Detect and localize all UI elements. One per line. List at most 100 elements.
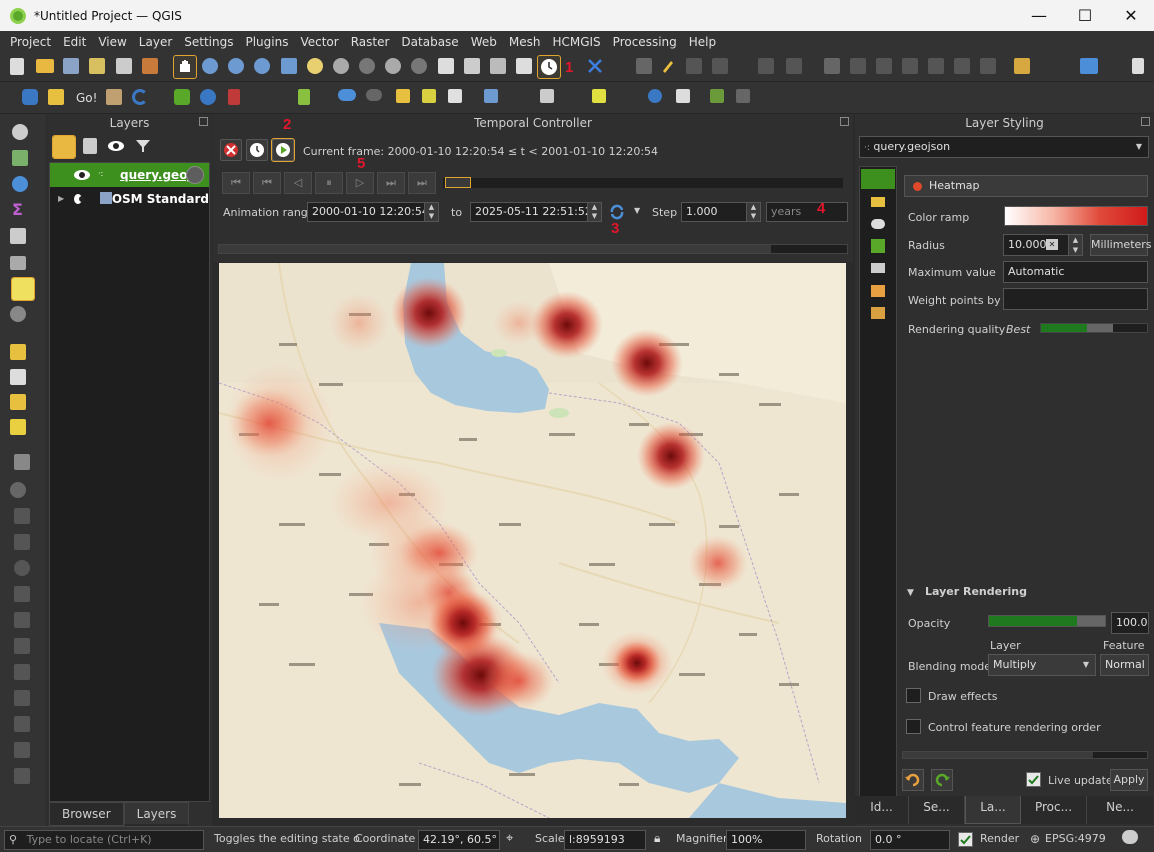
minimize-button[interactable]: — (1016, 0, 1062, 31)
draw-effects-checkbox[interactable] (906, 688, 921, 703)
new-map-view-icon[interactable] (438, 58, 454, 74)
python-console-icon[interactable] (22, 89, 38, 105)
menu-processing[interactable]: Processing (607, 31, 683, 53)
step-input[interactable]: 1.000 ▲ ▼ (681, 202, 761, 222)
menu-layer[interactable]: Layer (133, 31, 178, 53)
close-button[interactable]: ✕ (1108, 0, 1154, 31)
point-tool-icon[interactable] (10, 482, 26, 498)
ruler-icon[interactable] (10, 256, 26, 270)
opacity-slider-handle[interactable] (1077, 616, 1105, 626)
wrench-icon[interactable] (676, 89, 690, 103)
vertex-tool-icon[interactable] (758, 58, 774, 74)
map-tips-icon[interactable] (11, 277, 35, 301)
field-calculator-icon[interactable] (10, 228, 26, 244)
edit-pencil-icon[interactable] (660, 58, 676, 74)
next-frame-button[interactable]: ⏭ (377, 172, 405, 194)
processing-toolbox-icon[interactable] (1014, 58, 1030, 74)
disable-temporal-button[interactable] (220, 139, 242, 161)
animated-navigation-button[interactable] (271, 138, 295, 162)
opacity-slider[interactable] (988, 615, 1106, 627)
rewind-start-button[interactable]: ⏮ (222, 172, 250, 194)
label-icon[interactable] (540, 89, 554, 103)
clear-icon[interactable]: ✕ (1046, 239, 1058, 250)
styling-scrollbar-thumb[interactable] (903, 752, 1093, 758)
deselect-icon[interactable] (10, 394, 26, 410)
expand-arrow-icon[interactable]: ▶ (58, 194, 64, 203)
weight-field-input[interactable] (1003, 288, 1148, 310)
digitize-tool-8-icon[interactable] (14, 690, 30, 706)
map-canvas[interactable] (219, 263, 846, 818)
fixed-range-clock-button[interactable] (246, 139, 268, 161)
diagrams-icon[interactable] (871, 263, 885, 273)
play-forward-button[interactable]: ▷ (346, 172, 374, 194)
control-order-checkbox[interactable] (906, 719, 921, 734)
max-value-input[interactable]: Automatic (1003, 261, 1148, 283)
layer-select[interactable]: ·: query.geojson ▼ (859, 136, 1149, 158)
fast-forward-end-button[interactable]: ⏭ (408, 172, 436, 194)
open-attribute-table-icon[interactable] (12, 150, 28, 166)
new-project-icon[interactable] (10, 58, 24, 75)
zoom-native-icon[interactable] (359, 58, 375, 74)
history-icon[interactable] (871, 307, 885, 319)
show-bookmarks-icon[interactable] (516, 58, 532, 74)
messages-icon[interactable] (1122, 830, 1138, 844)
identify-icon[interactable] (12, 124, 28, 140)
range-end-input[interactable]: 2025-05-11 22:51:52 ▲ ▼ (470, 202, 602, 222)
maximize-button[interactable]: ☐ (1062, 0, 1108, 31)
toolbar-more-icon[interactable] (1132, 58, 1144, 74)
coordinate-input[interactable]: 42.19°, 60.5° (418, 830, 500, 850)
digitize-tool-2-icon[interactable] (14, 534, 30, 550)
menu-mesh[interactable]: Mesh (503, 31, 547, 53)
digitize-tool-7-icon[interactable] (14, 664, 30, 680)
range-dropdown-arrow-icon[interactable]: ▼ (634, 206, 640, 215)
fields-icon[interactable] (871, 285, 885, 297)
menu-view[interactable]: View (92, 31, 132, 53)
select-by-value-icon[interactable] (10, 369, 26, 385)
select-by-area-icon[interactable] (10, 344, 26, 360)
menu-edit[interactable]: Edit (57, 31, 92, 53)
timeline-handle[interactable] (445, 177, 471, 188)
redo-style-button[interactable] (931, 769, 953, 791)
menu-web[interactable]: Web (465, 31, 503, 53)
cloud-icon[interactable] (338, 89, 356, 101)
bookmark-icon[interactable] (490, 58, 506, 74)
opacity-input[interactable]: 100.0 (1111, 612, 1149, 634)
menu-database[interactable]: Database (395, 31, 464, 53)
crs-button[interactable]: EPSG:4979 (1045, 832, 1106, 845)
menu-plugins[interactable]: Plugins (239, 31, 294, 53)
scrollbar-thumb[interactable] (219, 245, 771, 253)
pan-to-selection-icon[interactable] (202, 58, 218, 74)
save-as-icon[interactable] (89, 58, 105, 74)
radius-input[interactable]: 10.000 ✕ ▲ ▼ (1003, 234, 1083, 256)
play-reverse-button[interactable]: ◁ (284, 172, 312, 194)
undock-icon[interactable] (199, 117, 208, 126)
save-edits-icon[interactable] (928, 58, 944, 74)
temporal-controller-clock-icon[interactable] (537, 55, 561, 79)
digitize-icon[interactable] (686, 58, 702, 74)
settings-gear-icon[interactable] (12, 176, 28, 192)
reload-icon[interactable] (132, 89, 148, 105)
cube-2-icon[interactable] (422, 89, 436, 103)
style-layer-icon[interactable] (52, 135, 76, 159)
redo-icon[interactable] (980, 58, 996, 74)
rotation-input[interactable]: 0.0 ° (870, 830, 950, 850)
mouse-extent-icon[interactable]: ⌖ (506, 831, 520, 847)
add-vector-layer-icon[interactable] (174, 89, 190, 105)
network-icon[interactable] (200, 89, 216, 105)
visibility-eye-icon[interactable] (74, 170, 90, 180)
tab-search[interactable]: Se... (909, 796, 965, 824)
undo-style-button[interactable] (902, 769, 924, 791)
select-icon[interactable] (10, 306, 26, 322)
labels-icon[interactable] (871, 197, 885, 207)
digitize-tool-11-icon[interactable] (14, 768, 30, 784)
pin-icon[interactable] (484, 89, 498, 103)
measure-icon[interactable] (228, 89, 240, 105)
filter-icon[interactable] (135, 138, 151, 154)
magnifier-input[interactable]: 100% (726, 830, 806, 850)
live-update-checkbox[interactable] (1026, 772, 1041, 787)
delete-selected-icon[interactable] (824, 58, 840, 74)
previous-frame-button[interactable]: ⏮ (253, 172, 281, 194)
layer-row-osm[interactable]: ▶ OSM Standard (50, 187, 209, 211)
identify-features-icon[interactable] (636, 58, 652, 74)
info-icon[interactable] (648, 89, 662, 103)
